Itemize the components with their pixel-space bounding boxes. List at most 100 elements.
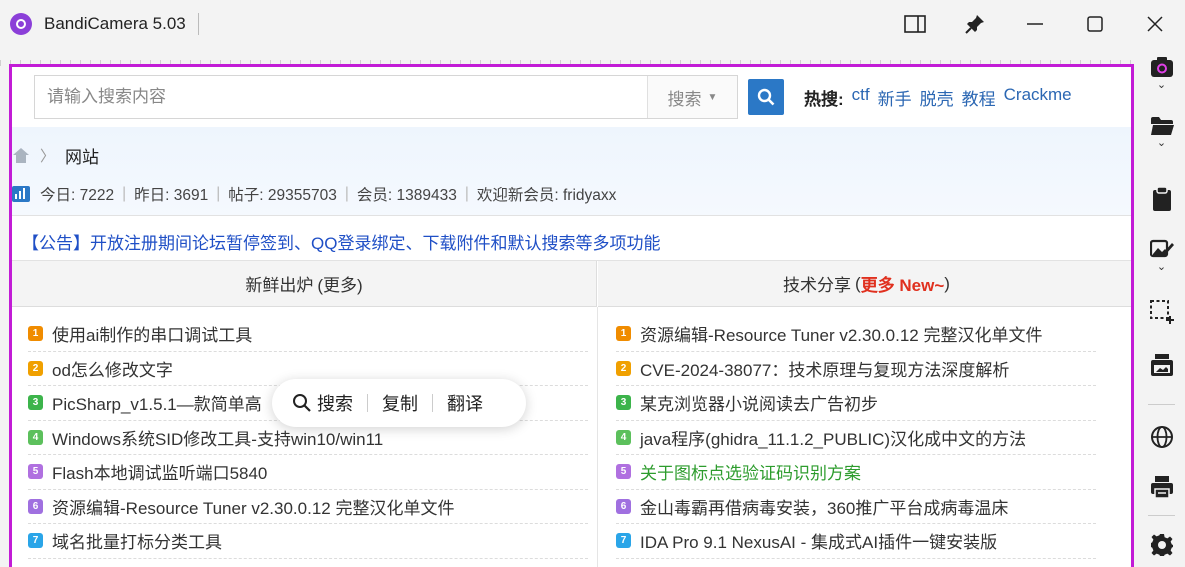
close-icon	[1147, 16, 1163, 32]
latest-posts-header: 新鲜出炉 (更多)	[12, 261, 597, 307]
edit-image-button[interactable]: ⌄	[1138, 238, 1185, 273]
print-screen-icon	[1150, 354, 1173, 376]
region-select-button[interactable]	[1138, 300, 1185, 324]
panel-icon	[904, 15, 926, 33]
list-item[interactable]: 1 使用ai制作的串口调试工具	[28, 317, 588, 352]
search-icon	[293, 394, 311, 412]
chevron-down-icon[interactable]: ⌄	[1157, 80, 1166, 91]
bar-chart-icon	[12, 186, 30, 202]
stat-welcome[interactable]: 欢迎新会员: fridyaxx	[477, 183, 617, 205]
popup-copy-button[interactable]: 复制	[382, 390, 418, 416]
rank-badge: 6	[616, 498, 631, 514]
popup-copy-label: 复制	[382, 394, 418, 414]
capture-region-frame[interactable]: 搜索 ▼ 热搜: ctf 新手 脱壳 教程 Crackme 〉 网站	[9, 64, 1134, 567]
settings-button[interactable]	[1138, 533, 1185, 557]
tech-share-title[interactable]: 技术分享	[783, 271, 851, 296]
print-button[interactable]	[1138, 475, 1185, 499]
hot-link-crackme[interactable]: Crackme	[1004, 85, 1072, 110]
capture-screen-button[interactable]: ⌄	[1138, 56, 1185, 91]
chevron-down-icon[interactable]: ⌄	[1157, 262, 1166, 273]
post-title[interactable]: 域名批量打标分类工具	[52, 528, 222, 553]
rank-badge: 6	[28, 498, 43, 514]
post-title[interactable]: PicSharp_v1.5.1—款简单高	[52, 390, 262, 415]
screen-capture-mode-button[interactable]	[1138, 353, 1185, 377]
search-row: 搜索 ▼ 热搜: ctf 新手 脱壳 教程 Crackme	[12, 67, 1131, 127]
post-title[interactable]: Windows系统SID修改工具-支持win10/win11	[52, 425, 383, 450]
post-title[interactable]: java程序(ghidra_11.1.2_PUBLIC)汉化成中文的方法	[640, 425, 1026, 450]
hot-search-label: 热搜:	[804, 90, 844, 109]
list-item[interactable]: 6 资源编辑-Resource Tuner v2.30.0.12 完整汉化单文件	[28, 490, 588, 524]
announcement-link[interactable]: 【公告】开放注册期间论坛暂停签到、QQ登录绑定、下载附件和默认搜索等多项功能	[12, 215, 1131, 261]
rank-badge: 1	[28, 326, 43, 342]
window-controls	[885, 0, 1185, 48]
list-item[interactable]: 5 Flash本地调试监听端口5840	[28, 455, 588, 490]
clipboard-button[interactable]	[1138, 186, 1185, 212]
search-type-dropdown[interactable]: 搜索 ▼	[647, 76, 737, 118]
minimize-icon	[1027, 23, 1043, 25]
window-title: BandiCamera 5.03	[44, 14, 186, 33]
hot-search: 热搜: ctf 新手 脱壳 教程 Crackme	[804, 85, 1072, 110]
folder-icon	[1150, 117, 1174, 135]
list-item[interactable]: 7 IDA Pro 9.1 NexusAI - 集成式AI插件一键安装版	[616, 524, 1096, 559]
rank-badge: 7	[616, 533, 631, 549]
printer-icon	[1150, 476, 1173, 499]
list-item[interactable]: 4 java程序(ghidra_11.1.2_PUBLIC)汉化成中文的方法	[616, 421, 1096, 455]
list-item[interactable]: 7 域名批量打标分类工具	[28, 524, 588, 559]
search-type-label: 搜索	[667, 89, 702, 109]
search-button[interactable]	[748, 79, 784, 115]
tech-share-paren-close: )	[944, 273, 950, 293]
post-title[interactable]: CVE-2024-38077：技术原理与复现方法深度解析	[640, 356, 1009, 381]
post-title[interactable]: 关于图标点选验证码识别方案	[640, 459, 861, 484]
column-divider	[597, 307, 598, 567]
post-title[interactable]: 使用ai制作的串口调试工具	[52, 321, 252, 346]
list-item[interactable]: 6 金山毒霸再借病毒安装，360推广平台成病毒温床	[616, 490, 1096, 524]
clipboard-icon	[1152, 186, 1171, 211]
post-title[interactable]: 资源编辑-Resource Tuner v2.30.0.12 完整汉化单文件	[640, 321, 1042, 346]
home-icon[interactable]	[12, 147, 30, 164]
region-select-icon	[1149, 300, 1174, 324]
title-bar: BandiCamera 5.03	[0, 0, 1185, 48]
maximize-button[interactable]	[1065, 0, 1125, 48]
rank-badge: 2	[28, 360, 43, 376]
open-folder-button[interactable]: ⌄	[1138, 116, 1185, 149]
post-title[interactable]: od怎么修改文字	[52, 356, 173, 381]
popup-search-button[interactable]: 搜索	[292, 390, 353, 416]
popup-translate-button[interactable]: 翻译	[447, 390, 483, 416]
minimize-button[interactable]	[1005, 0, 1065, 48]
tech-share-list: 1 资源编辑-Resource Tuner v2.30.0.12 完整汉化单文件 …	[616, 317, 1096, 559]
hot-link-tutorial[interactable]: 教程	[962, 85, 996, 110]
web-browser-button[interactable]	[1138, 425, 1185, 449]
close-button[interactable]	[1125, 0, 1185, 48]
latest-posts-title[interactable]: 新鲜出炉	[245, 271, 313, 296]
rank-badge: 5	[28, 464, 43, 480]
toolbar-divider	[1148, 515, 1175, 516]
panel-toggle-button[interactable]	[885, 0, 945, 48]
hot-link-unpack[interactable]: 脱壳	[920, 85, 954, 110]
rank-badge: 1	[616, 326, 631, 342]
hot-link-newbie[interactable]: 新手	[878, 85, 912, 110]
pin-button[interactable]	[945, 0, 1005, 48]
forum-stats: 今日: 7222 | 昨日: 3691 | 帖子: 29355703 | 会员:…	[12, 183, 616, 205]
tech-share-more-link[interactable]: 更多 New~	[861, 271, 945, 296]
post-title[interactable]: 某克浏览器小说阅读去广告初步	[640, 390, 878, 415]
hot-link-ctf[interactable]: ctf	[852, 85, 870, 110]
list-item[interactable]: 3 某克浏览器小说阅读去广告初步	[616, 386, 1096, 421]
rank-badge: 4	[616, 429, 631, 445]
chevron-down-icon[interactable]: ⌄	[1157, 138, 1166, 149]
post-title[interactable]: 金山毒霸再借病毒安装，360推广平台成病毒温床	[640, 494, 1008, 519]
list-item[interactable]: 1 资源编辑-Resource Tuner v2.30.0.12 完整汉化单文件	[616, 317, 1096, 352]
post-title[interactable]: Flash本地调试监听端口5840	[52, 459, 267, 484]
post-title[interactable]: 资源编辑-Resource Tuner v2.30.0.12 完整汉化单文件	[52, 494, 454, 519]
search-input[interactable]	[35, 76, 647, 118]
list-item[interactable]: 2 CVE-2024-38077：技术原理与复现方法深度解析	[616, 352, 1096, 386]
breadcrumb-current[interactable]: 网站	[65, 143, 99, 168]
popup-divider	[367, 394, 368, 412]
stat-divider: |	[464, 185, 469, 202]
list-item[interactable]: 5 关于图标点选验证码识别方案	[616, 455, 1096, 490]
latest-posts-more-link[interactable]: (更多)	[317, 271, 362, 296]
popup-divider	[432, 394, 433, 412]
stat-today: 今日: 7222	[40, 187, 115, 204]
stat-divider: |	[344, 185, 349, 202]
post-title[interactable]: IDA Pro 9.1 NexusAI - 集成式AI插件一键安装版	[640, 528, 997, 553]
popup-search-label: 搜索	[317, 394, 353, 414]
